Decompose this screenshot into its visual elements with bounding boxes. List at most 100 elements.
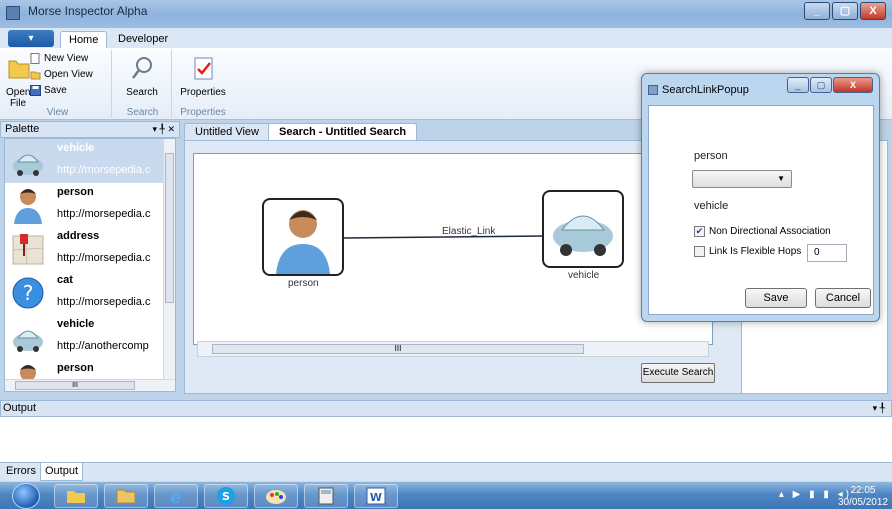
checkbox-unchecked-icon bbox=[694, 246, 705, 257]
minimize-button[interactable]: _ bbox=[804, 2, 830, 20]
properties-group-label: Properties bbox=[180, 107, 226, 118]
checkbox-checked-icon: ✔ bbox=[694, 226, 705, 237]
popup-window-controls: _ ▢ X bbox=[787, 77, 873, 93]
target-node-label: vehicle bbox=[694, 200, 729, 212]
cancel-button[interactable]: Cancel bbox=[815, 288, 871, 308]
close-button[interactable]: X bbox=[833, 77, 873, 93]
node-label-person: person bbox=[288, 278, 319, 289]
palette-item-url: http://anothercomp bbox=[57, 340, 149, 352]
new-document-icon bbox=[30, 53, 40, 64]
clock[interactable]: 22:05 30/05/2012 bbox=[838, 485, 888, 509]
maximize-button[interactable]: ▢ bbox=[810, 77, 832, 93]
new-view-label: New View bbox=[44, 53, 89, 64]
palette-item-vehicle-2[interactable]: vehicle http://anothercomp bbox=[5, 315, 165, 359]
search-label: Search bbox=[126, 87, 158, 98]
car-icon bbox=[553, 215, 613, 256]
tab-home[interactable]: Home bbox=[60, 31, 108, 48]
node-label-vehicle: vehicle bbox=[568, 270, 600, 281]
palette-item-url: http://morsepedia.c bbox=[57, 252, 151, 264]
clock-date: 30/05/2012 bbox=[837, 497, 888, 508]
graph-canvas[interactable]: person Elastic_Link vehicle bbox=[193, 153, 713, 345]
link-type-combo[interactable]: ▼ bbox=[692, 170, 792, 188]
start-button[interactable] bbox=[12, 483, 40, 509]
palette-horizontal-scrollbar[interactable]: III bbox=[5, 379, 175, 391]
window-icon bbox=[648, 85, 658, 95]
save-label: Save bbox=[44, 85, 67, 96]
car-icon bbox=[13, 154, 43, 176]
clock-time: 22:05 bbox=[850, 485, 876, 496]
non-directional-checkbox[interactable]: ✔ Non Directional Association bbox=[694, 226, 831, 237]
palette-list: vehicle http://morsepedia.c person http:… bbox=[4, 138, 176, 392]
palette-item-url: http://morsepedia.c bbox=[57, 296, 151, 308]
svg-text:?: ? bbox=[23, 281, 34, 305]
tab-errors[interactable]: Errors bbox=[2, 463, 40, 481]
maximize-button[interactable]: ▢ bbox=[832, 2, 858, 20]
help-icon: ? bbox=[12, 277, 44, 309]
tab-untitled-search[interactable]: Search - Untitled Search bbox=[268, 123, 418, 140]
properties-button[interactable]: Properties bbox=[178, 54, 228, 98]
tab-developer[interactable]: Developer bbox=[110, 31, 176, 47]
output-header: Output ▾ ╀ bbox=[0, 400, 892, 417]
output-title: Output bbox=[3, 402, 37, 414]
hops-input[interactable]: 0 bbox=[807, 244, 847, 262]
execute-search-button[interactable]: Execute Search bbox=[641, 363, 715, 383]
graph-node-person[interactable] bbox=[262, 198, 344, 276]
explorer-taskbar-icon[interactable] bbox=[54, 484, 98, 508]
palette-item-name: person bbox=[57, 362, 94, 374]
palette-item-address[interactable]: address http://morsepedia.c bbox=[5, 227, 165, 271]
graph-node-vehicle[interactable] bbox=[542, 190, 624, 268]
paint-taskbar-icon[interactable] bbox=[254, 484, 298, 508]
scroll-thumb[interactable]: III bbox=[212, 344, 584, 354]
scroll-thumb[interactable]: III bbox=[15, 381, 135, 390]
window-controls: _ ▢ X bbox=[804, 2, 886, 20]
skype-taskbar-icon[interactable]: S bbox=[204, 484, 248, 508]
canvas-horizontal-scrollbar[interactable]: III bbox=[197, 341, 709, 357]
car-icon bbox=[13, 330, 43, 352]
svg-text:S: S bbox=[222, 490, 230, 503]
palette-item-cat[interactable]: ? cat http://morsepedia.c bbox=[5, 271, 165, 315]
popup-body: person ▼ vehicle ✔ Non Directional Assoc… bbox=[648, 105, 874, 315]
ribbon-group-properties: Properties Properties bbox=[174, 50, 232, 118]
open-view-button[interactable]: Open View bbox=[30, 69, 93, 80]
app-menu-button[interactable]: ▾ bbox=[8, 30, 54, 47]
palette-vertical-scrollbar[interactable] bbox=[163, 139, 175, 379]
search-icon bbox=[132, 57, 152, 79]
person-icon bbox=[276, 210, 330, 274]
palette-item-url: http://morsepedia.c bbox=[57, 164, 151, 176]
scroll-thumb[interactable] bbox=[165, 153, 174, 303]
libraries-taskbar-icon[interactable] bbox=[104, 484, 148, 508]
palette-item-person[interactable]: person http://morsepedia.c bbox=[5, 183, 165, 227]
folder-icon bbox=[67, 491, 85, 503]
search-button[interactable]: Search bbox=[122, 54, 162, 98]
open-file-label: Open File bbox=[6, 87, 31, 109]
palette-item-vehicle[interactable]: vehicle http://morsepedia.c bbox=[5, 139, 165, 183]
svg-text:W: W bbox=[370, 491, 382, 504]
flexible-hops-checkbox[interactable]: Link Is Flexible Hops bbox=[694, 246, 801, 257]
close-button[interactable]: X bbox=[860, 2, 886, 20]
word-icon: W bbox=[366, 487, 386, 505]
tab-output[interactable]: Output bbox=[40, 463, 84, 481]
palette-pane-controls[interactable]: ▾ ╀ ✕ bbox=[153, 122, 175, 137]
view-group-label: View bbox=[46, 107, 69, 118]
palette-title: Palette bbox=[5, 123, 40, 135]
open-file-button[interactable]: Open File bbox=[6, 54, 30, 109]
save-button[interactable]: Save bbox=[30, 85, 67, 96]
ribbon-group-view: Open File New View Open View Save View bbox=[4, 50, 112, 118]
taskbar: e S W ▴ ▶ ▮ ▮ ◂) 22:05 30/05/2012 bbox=[0, 481, 892, 509]
output-panel bbox=[0, 417, 892, 463]
palette-item-name: person bbox=[57, 186, 94, 198]
calculator-taskbar-icon[interactable] bbox=[304, 484, 348, 508]
word-taskbar-icon[interactable]: W bbox=[354, 484, 398, 508]
paint-icon bbox=[266, 490, 286, 504]
ie-taskbar-icon[interactable]: e bbox=[154, 484, 198, 508]
tab-untitled-view[interactable]: Untitled View bbox=[184, 123, 270, 140]
flexible-hops-label: Link Is Flexible Hops bbox=[709, 246, 802, 257]
non-directional-label: Non Directional Association bbox=[709, 226, 831, 237]
new-view-button[interactable]: New View bbox=[30, 53, 88, 64]
folder-icon bbox=[116, 489, 136, 504]
palette-item-name: vehicle bbox=[57, 142, 95, 154]
folder-icon bbox=[8, 60, 30, 79]
minimize-button[interactable]: _ bbox=[787, 77, 809, 93]
output-pane-controls[interactable]: ▾ ╀ bbox=[873, 401, 885, 416]
save-button[interactable]: Save bbox=[745, 288, 807, 308]
